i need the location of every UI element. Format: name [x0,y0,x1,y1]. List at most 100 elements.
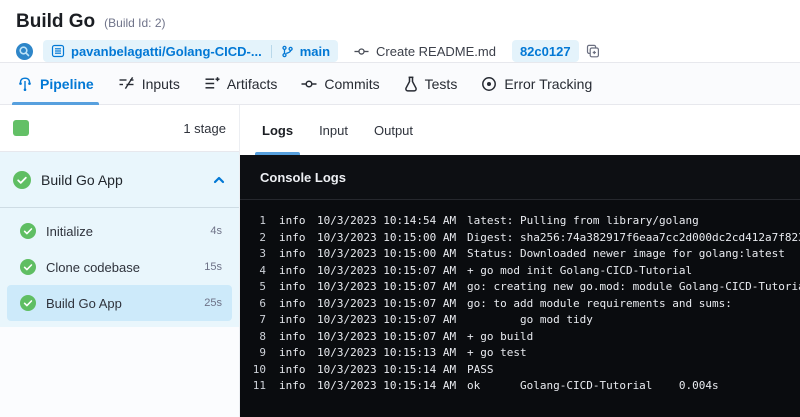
log-level: info [279,230,306,244]
log-tabbar: Logs Input Output [240,105,800,155]
log-line: 3 info 10/3/2023 10:15:00 AM Status: Downlo… [240,246,800,263]
log-line: 9 info 10/3/2023 10:15:13 AM + go test [240,345,800,362]
step-name: Build Go App [46,295,122,311]
check-circle-icon [20,295,36,311]
log-message: ok Golang-CICD-Tutorial 0.004s [467,379,719,392]
log-time: 10/3/2023 10:15:07 AM [317,280,457,293]
log-message: Status: Downloaded newer image for golan… [467,247,785,260]
branch-icon [281,45,294,58]
log-line: 1 info 10/3/2023 10:14:54 AM latest: Pullin… [240,213,800,230]
commit-hash[interactable]: 82c0127 [520,44,571,59]
log-line-number: 9 [259,346,266,359]
inputs-icon [118,76,135,91]
log-line-number: 1 [259,214,266,227]
branch-name[interactable]: main [300,44,330,59]
log-line: 6 info 10/3/2023 10:15:07 AM go: to add mod… [240,296,800,313]
tab-commits[interactable]: Commits [301,63,380,104]
tab-label: Commits [324,75,380,92]
log-level: info [279,329,306,343]
stage-header[interactable]: Build Go App [0,152,239,208]
stage-name: Build Go App [41,171,123,188]
console-title: Console Logs [260,169,346,185]
log-level: info [279,263,306,277]
title-row: Build Go (Build Id: 2) [16,11,784,33]
tab-label: Input [319,122,348,138]
artifacts-icon [204,76,220,91]
log-time: 10/3/2023 10:15:07 AM [317,313,457,326]
build-meta-row: pavanbelagatti/Golang-CICD-... main Crea… [16,40,784,62]
chevron-up-icon[interactable] [212,173,226,187]
error-tracking-icon [481,76,497,92]
tab-label: Inputs [141,75,180,92]
log-message: + go build [467,329,534,343]
copy-hash-button[interactable] [586,44,600,58]
log-line-number: 7 [259,313,266,326]
log-level: info [279,313,306,326]
tab-logs[interactable]: Logs [254,105,301,155]
commit-hash-pill[interactable]: 82c0127 [511,40,579,62]
main-tabbar: Pipeline Inputs Artifacts Commits Tests … [0,62,800,105]
log-message: go: to add module requirements and sums: [467,296,732,310]
pipeline-sidebar: 1 stage Build Go App Initialize 4s Clone… [0,105,240,417]
build-header: Build Go (Build Id: 2) pavanbelagatti/Go… [0,0,800,62]
tab-output[interactable]: Output [374,105,413,155]
scm-avatar-icon [16,42,33,60]
log-line: 10 info 10/3/2023 10:15:14 AM PASS [240,362,800,379]
tab-input[interactable]: Input [319,105,348,155]
copy-icon [586,44,600,58]
log-line: 11 info 10/3/2023 10:15:14 AM ok Golang-CIC… [240,378,800,395]
log-level: info [279,247,306,260]
step-name: Initialize [46,223,93,239]
log-time: 10/3/2023 10:15:07 AM [317,329,457,343]
check-circle-icon [20,259,36,275]
step-build-go-app[interactable]: Build Go App 25s [7,285,232,321]
tab-label: Artifacts [226,75,278,92]
check-circle-icon [13,170,31,189]
page-title: Build Go [16,11,96,32]
console-header[interactable]: Console Logs [240,155,800,200]
commit-icon [354,44,369,59]
log-time: 10/3/2023 10:15:13 AM [317,346,457,359]
repo-branch-pill[interactable]: pavanbelagatti/Golang-CICD-... main [43,40,339,62]
console-log-body[interactable]: 1 info 10/3/2023 10:14:54 AM latest: Pullin… [240,200,800,417]
stage-summary-row: 1 stage [0,105,239,152]
step-clone-codebase[interactable]: Clone codebase 15s [7,249,232,285]
log-message: + go mod init Golang-CICD-Tutorial [467,263,693,277]
log-line-number: 11 [252,379,266,392]
log-line: 7 info 10/3/2023 10:15:07 AM go mod tidy [240,312,800,329]
step-initialize[interactable]: Initialize 4s [7,213,232,249]
log-line-number: 5 [259,280,266,293]
tab-label: Pipeline [40,75,94,92]
log-message: go: creating new go.mod: module Golang-C… [467,280,800,293]
stage-status-square [13,120,29,136]
log-line-number: 3 [259,247,266,260]
tab-tests[interactable]: Tests [404,63,457,104]
step-name: Clone codebase [46,259,140,275]
log-line-number: 10 [252,362,266,376]
log-message: Digest: sha256:74a382917f6eaa7cc2d000dc2… [467,230,800,244]
log-level: info [279,214,306,227]
tab-pipeline[interactable]: Pipeline [12,63,99,105]
log-time: 10/3/2023 10:14:54 AM [317,214,457,227]
tab-artifacts[interactable]: Artifacts [204,63,278,104]
step-duration: 25s [204,297,222,309]
tab-label: Error Tracking [504,75,593,92]
log-level: info [279,362,306,376]
repo-name[interactable]: pavanbelagatti/Golang-CICD-... [71,44,262,59]
tab-label: Output [373,122,414,138]
tab-error-tracking[interactable]: Error Tracking [481,63,592,104]
log-message: + go test [467,346,527,359]
log-line: 8 info 10/3/2023 10:15:07 AM + go build [240,329,800,346]
log-panel: Logs Input Output Console Logs 1 info 10/3… [240,105,800,417]
step-list: Initialize 4s Clone codebase 15s Build G… [0,208,239,327]
pipeline-icon [17,76,33,92]
log-line-number: 6 [259,296,266,310]
stage-count-label: 1 stage [183,120,226,136]
tests-icon [404,76,418,92]
log-line: 5 info 10/3/2023 10:15:07 AM go: creating n… [240,279,800,296]
log-level: info [279,346,306,359]
step-duration: 15s [204,261,222,273]
tab-inputs[interactable]: Inputs [118,63,180,104]
log-time: 10/3/2023 10:15:07 AM [317,263,457,277]
check-circle-icon [20,223,36,239]
